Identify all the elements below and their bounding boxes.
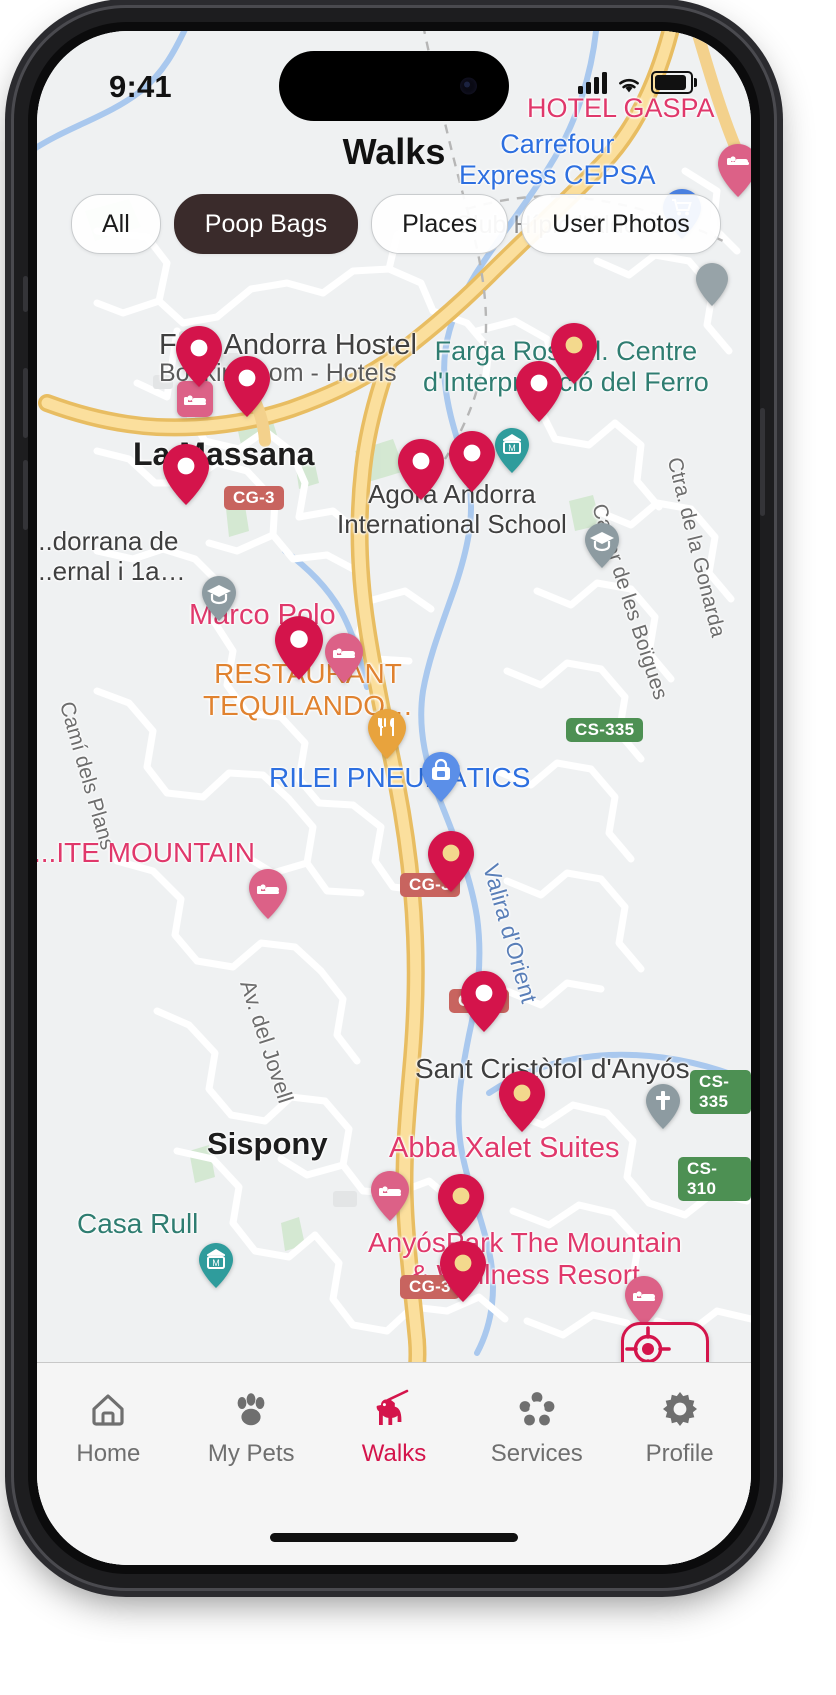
map-label-sant-cristofol: Sant Cristòfol d'Anyós: [415, 1053, 690, 1084]
map-label-escola-line2: ...ernal i 1a…: [37, 556, 186, 587]
phone-frame: HOTEL GASPA Carrefour Express CEPSA Club…: [14, 8, 774, 1588]
map-label-white-mountain: ...ITE MOUNTAIN: [37, 837, 255, 868]
map-label-escola-line1: ...dorrana de: [37, 526, 179, 556]
map-label-sispony: Sispony: [207, 1126, 328, 1161]
map-shield-cs310: CS-310: [678, 1157, 751, 1201]
tab-home[interactable]: Home: [37, 1363, 180, 1468]
paw-icon: [229, 1385, 273, 1431]
filter-chip-row: All Poop Bags Places User Photos: [37, 194, 751, 254]
map-shield-cs335-upper: CS-335: [566, 718, 644, 742]
map-label-hotel-gaspa: HOTEL GASPA: [527, 93, 715, 123]
map-canvas[interactable]: HOTEL GASPA Carrefour Express CEPSA Club…: [37, 31, 751, 1565]
tab-my-pets-label: My Pets: [207, 1440, 295, 1467]
filter-chip-places[interactable]: Places: [371, 194, 509, 254]
filter-chip-poop-bags[interactable]: Poop Bags: [173, 194, 359, 254]
page-title: Walks: [342, 131, 446, 172]
map-label-escola-andorrana: ...dorrana de ...ernal i 1a…: [37, 526, 186, 586]
power-button[interactable]: [760, 408, 765, 516]
tab-services-label: Services: [490, 1440, 583, 1467]
dynamic-island: [279, 51, 509, 121]
map-shield-cg3-top: CG-3: [224, 486, 284, 510]
dog-walk-icon: [371, 1385, 417, 1431]
map-label-rilei-pneumatics: RILEI PNEUMÀTICS: [269, 762, 531, 793]
tab-services[interactable]: Services: [465, 1363, 608, 1468]
home-indicator[interactable]: [270, 1533, 518, 1542]
tab-walks[interactable]: Walks: [323, 1363, 466, 1468]
tab-profile-label: Profile: [645, 1440, 714, 1467]
tab-my-pets[interactable]: My Pets: [180, 1363, 323, 1468]
filter-chip-user-photos[interactable]: User Photos: [521, 194, 721, 254]
map-shield-cs335-lower: CS-335: [690, 1070, 751, 1114]
map-label-agora-line2: International School: [337, 509, 567, 540]
pet-services-icon: [515, 1385, 559, 1431]
phone-bezel: HOTEL GASPA Carrefour Express CEPSA Club…: [28, 22, 760, 1574]
svg-text:M: M: [212, 1258, 220, 1268]
screenshot-root: HOTEL GASPA Carrefour Express CEPSA Club…: [0, 0, 836, 1695]
tab-walks-label: Walks: [361, 1440, 427, 1467]
home-icon: [86, 1385, 130, 1431]
phone-screen: HOTEL GASPA Carrefour Express CEPSA Club…: [37, 31, 751, 1565]
svg-text:M: M: [508, 443, 516, 453]
map-label-la-massana: La Massana: [133, 436, 315, 472]
filter-chip-all[interactable]: All: [71, 194, 161, 254]
gear-icon: [658, 1385, 702, 1431]
tab-profile[interactable]: Profile: [608, 1363, 751, 1468]
front-camera-icon: [460, 77, 477, 95]
tab-home-label: Home: [76, 1440, 141, 1467]
map-label-abba-xalet-suites: Abba Xalet Suites: [389, 1132, 620, 1164]
map-label-casa-rull: Casa Rull: [77, 1208, 199, 1239]
map-label-anyospark-line1: AnyósPark The Mountain: [368, 1227, 682, 1258]
